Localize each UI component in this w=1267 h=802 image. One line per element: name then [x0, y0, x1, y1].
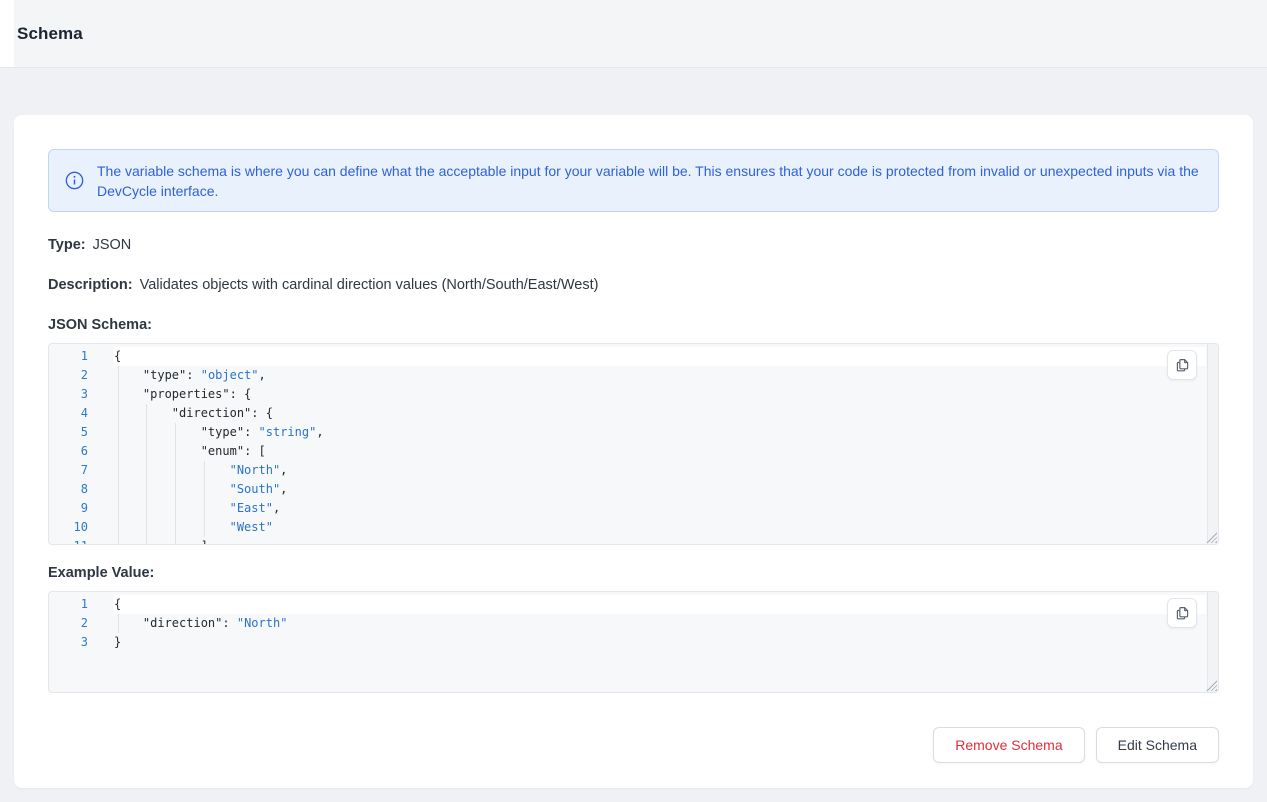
- description-row: Description: Validates objects with cardi…: [48, 277, 1219, 294]
- line-number: 2: [49, 614, 114, 633]
- code-line: 1{: [49, 595, 1218, 614]
- code-lines[interactable]: 1{2 "direction": "North"3}: [49, 592, 1218, 652]
- code-line: 11 ]: [49, 537, 1218, 545]
- info-icon: [65, 171, 84, 190]
- code-line: 3 "properties": {: [49, 385, 1218, 404]
- code-lines[interactable]: 1{2 "type": "object",3 "properties": {4 …: [49, 344, 1218, 545]
- type-value: JSON: [93, 237, 132, 253]
- line-number: 3: [49, 633, 114, 652]
- code-line: 3}: [49, 633, 1218, 652]
- line-number: 5: [49, 423, 114, 442]
- line-number: 10: [49, 518, 114, 537]
- copy-button[interactable]: [1167, 350, 1197, 380]
- info-alert: The variable schema is where you can def…: [48, 149, 1219, 212]
- editor-scrollbar[interactable]: [1207, 592, 1218, 692]
- line-number: 2: [49, 366, 114, 385]
- code-line: 6 "enum": [: [49, 442, 1218, 461]
- copy-icon: [1174, 357, 1191, 374]
- line-number: 6: [49, 442, 114, 461]
- code-line: 1{: [49, 347, 1218, 366]
- edit-schema-button[interactable]: Edit Schema: [1096, 727, 1219, 763]
- description-value: Validates objects with cardinal directio…: [140, 277, 599, 293]
- description-label: Description:: [48, 277, 133, 293]
- schema-card: The variable schema is where you can def…: [14, 115, 1253, 788]
- code-line: 10 "West": [49, 518, 1218, 537]
- code-line: 9 "East",: [49, 499, 1218, 518]
- page-header: Schema: [0, 0, 1267, 68]
- line-number: 4: [49, 404, 114, 423]
- code-line: 5 "type": "string",: [49, 423, 1218, 442]
- copy-icon: [1174, 605, 1191, 622]
- line-number: 7: [49, 461, 114, 480]
- editor-scrollbar[interactable]: [1207, 344, 1218, 544]
- code-line: 4 "direction": {: [49, 404, 1218, 423]
- line-number: 11: [49, 537, 114, 545]
- code-line: 2 "type": "object",: [49, 366, 1218, 385]
- copy-button[interactable]: [1167, 598, 1197, 628]
- header-left-gap: [0, 0, 14, 67]
- type-label: Type:: [48, 237, 86, 253]
- remove-schema-button[interactable]: Remove Schema: [933, 727, 1084, 763]
- code-line: 8 "South",: [49, 480, 1218, 499]
- json-schema-editor[interactable]: 1{2 "type": "object",3 "properties": {4 …: [48, 343, 1219, 545]
- page-title: Schema: [17, 0, 83, 67]
- line-number: 9: [49, 499, 114, 518]
- type-row: Type: JSON: [48, 237, 1219, 254]
- line-number: 1: [49, 347, 114, 366]
- card-footer: Remove Schema Edit Schema: [48, 727, 1219, 763]
- line-number: 1: [49, 595, 114, 614]
- code-line: 7 "North",: [49, 461, 1218, 480]
- example-value-label: Example Value:: [48, 565, 1219, 581]
- line-number: 8: [49, 480, 114, 499]
- alert-text: The variable schema is where you can def…: [97, 161, 1202, 201]
- json-schema-label: JSON Schema:: [48, 317, 1219, 333]
- line-number: 3: [49, 385, 114, 404]
- code-line: 2 "direction": "North": [49, 614, 1218, 633]
- example-value-editor[interactable]: 1{2 "direction": "North"3}: [48, 591, 1219, 693]
